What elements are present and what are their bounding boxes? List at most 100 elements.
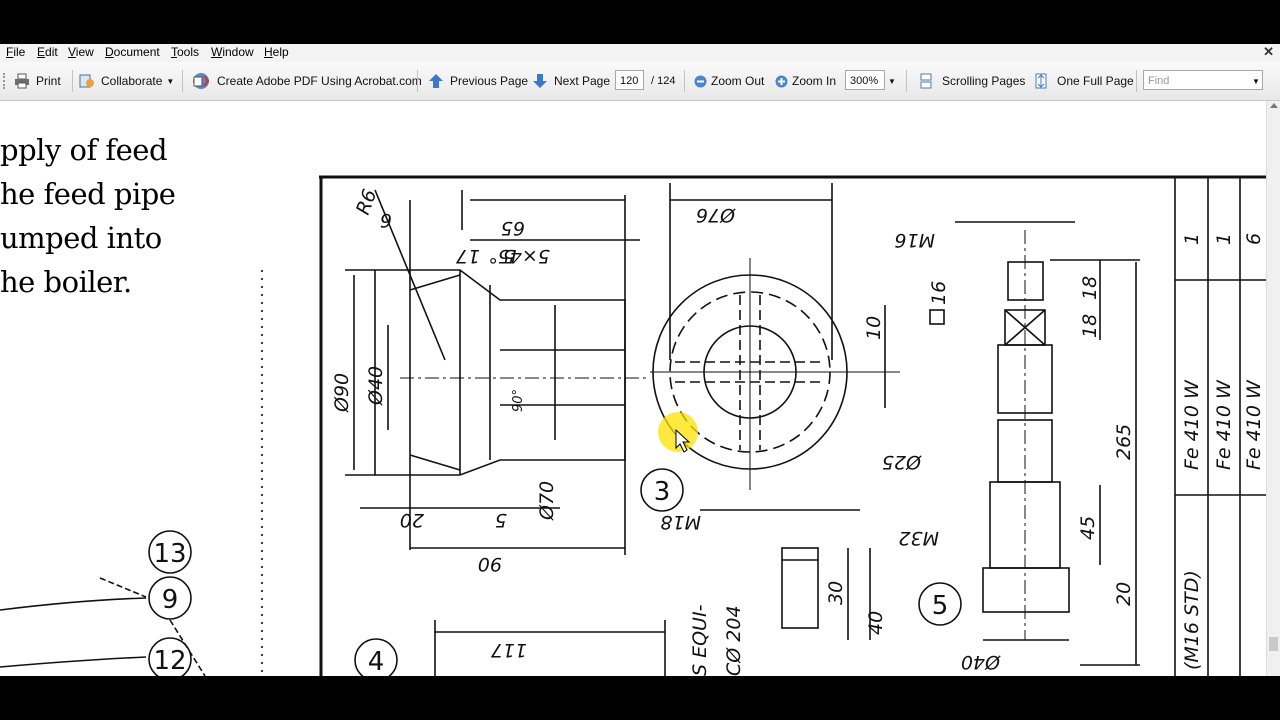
menu-tools[interactable]: Tools (171, 45, 199, 59)
balloon-label: 13 (153, 539, 186, 569)
dimension-label: Ø90 (331, 373, 353, 413)
toolbar-grip[interactable] (3, 73, 8, 89)
one-full-page-icon (1035, 73, 1047, 89)
previous-page-button[interactable]: Previous Page (428, 72, 528, 90)
separator (1136, 70, 1137, 92)
menu-edit[interactable]: Edit (37, 45, 58, 59)
collaborate-icon (79, 74, 94, 88)
dimension-label: 6 (380, 209, 392, 231)
table-cell: Fe 410 W (1181, 379, 1203, 470)
separator (906, 70, 907, 92)
dimension-label: 265 (1113, 424, 1135, 460)
next-page-icon (533, 74, 547, 88)
next-page-button[interactable]: Next Page (532, 72, 610, 90)
balloon-label: 4 (368, 647, 385, 676)
collaborate-label: Collaborate (101, 74, 163, 88)
letterbox-top (0, 0, 1280, 44)
engineering-drawing: 13 9 12 3 4 5 R6 6 65 17 5 5×45° Ø90 Ø40… (0, 175, 1266, 676)
zoom-out-label: Zoom Out (711, 74, 765, 88)
menu-file[interactable]: File (6, 45, 25, 59)
dimension-label: Ø40 (961, 651, 1001, 673)
balloon-label: 5 (932, 591, 949, 621)
scrollbar-thumb[interactable] (1269, 637, 1278, 651)
next-page-label: Next Page (554, 74, 611, 88)
dimension-label: 20 (400, 509, 424, 531)
create-pdf-button[interactable]: Create Adobe PDF Using Acrobat.com (191, 72, 422, 90)
dimension-label: 90° (511, 389, 526, 412)
dimension-label: 5 (495, 509, 507, 531)
balloon-label: 3 (654, 477, 671, 507)
dimension-label: 17 (456, 245, 480, 267)
print-icon (15, 73, 29, 89)
zoom-out-icon (694, 75, 707, 87)
balloon-label: 12 (153, 646, 186, 676)
page-number-input[interactable]: 120 (615, 70, 644, 90)
menu-document[interactable]: Document (105, 45, 160, 59)
zoom-out-button[interactable]: Zoom Out (694, 72, 764, 90)
scrolling-pages-icon (920, 73, 932, 89)
balloon-label: 9 (162, 585, 179, 615)
create-pdf-label: Create Adobe PDF Using Acrobat.com (217, 74, 422, 88)
zoom-in-label: Zoom In (792, 74, 837, 88)
table-cell: 1 (1213, 233, 1235, 245)
toolbar: Print Collaborate ▼ Create Adobe PDF Usi… (0, 62, 1280, 101)
find-dropdown-icon[interactable]: ▼ (1252, 72, 1260, 90)
separator (182, 70, 183, 92)
dimension-label: 40 (865, 611, 887, 635)
dimension-label: 30 (825, 581, 847, 605)
menu-view[interactable]: View (68, 45, 94, 59)
letterbox-bottom (0, 676, 1280, 720)
dimension-label: 117 (491, 639, 527, 661)
document-view[interactable]: pply of feed he feed pipe umped into he … (0, 101, 1266, 676)
zoom-level-input[interactable]: 300% (845, 70, 885, 90)
zoom-in-icon (775, 75, 788, 87)
close-icon[interactable]: ✕ (1263, 44, 1274, 60)
collaborate-button[interactable]: Collaborate ▼ (79, 72, 174, 90)
dimension-label: Ø25 (882, 451, 922, 473)
one-full-page-label: One Full Page (1057, 74, 1134, 88)
table-cell: 6 (1243, 233, 1265, 245)
scrolling-pages-label: Scrolling Pages (942, 74, 1026, 88)
zoom-in-button[interactable]: Zoom In (775, 72, 836, 90)
print-button[interactable]: Print (14, 72, 61, 90)
dimension-label: 5×45° (488, 245, 550, 267)
print-label: Print (36, 74, 61, 88)
vertical-scrollbar[interactable] (1266, 101, 1280, 676)
page-total: / 124 (651, 75, 676, 87)
separator (417, 70, 418, 92)
dimension-label: 45 (1077, 516, 1099, 540)
dimension-label: M32 (898, 527, 939, 549)
table-cell: Fe 410 W (1213, 379, 1235, 470)
separator (72, 70, 73, 92)
menu-help[interactable]: Help (264, 45, 289, 59)
dimension-label: R6 (352, 186, 381, 217)
drawing-note: CØ 204 (723, 605, 745, 676)
dimension-label: 65 (501, 217, 525, 239)
dimension-label: Ø76 (696, 204, 736, 226)
scroll-up-icon[interactable] (1270, 103, 1278, 108)
previous-page-label: Previous Page (450, 74, 529, 88)
table-cell: Fe 410 W (1243, 379, 1265, 470)
drawing-note: S EQUI- (689, 604, 711, 676)
zoom-dropdown-icon[interactable]: ▼ (888, 72, 896, 90)
acrobat-com-icon (193, 73, 210, 89)
previous-page-icon (429, 74, 443, 88)
scrolling-pages-button[interactable]: Scrolling Pages (918, 72, 1025, 90)
dimension-label: Ø40 (365, 366, 387, 406)
dimension-label: 18 (1079, 276, 1101, 300)
dimension-label: 18 (1079, 314, 1101, 338)
dimension-label: M16 (894, 229, 935, 251)
menu-window[interactable]: Window (211, 45, 254, 59)
menu-bar: File Edit View Document Tools Window Hel… (0, 44, 1280, 62)
dimension-label: 10 (863, 316, 885, 340)
one-full-page-button[interactable]: One Full Page (1033, 72, 1134, 90)
dimension-label: 20 (1113, 582, 1135, 606)
chevron-down-icon: ▼ (166, 76, 175, 86)
dimension-label: 90 (478, 553, 502, 575)
dimension-label: Ø70 (536, 481, 558, 521)
dimension-label: 16 (928, 281, 950, 305)
table-cell: 1 (1181, 233, 1203, 245)
dimension-label: M18 (660, 511, 701, 533)
find-input[interactable]: Find (1143, 70, 1263, 90)
separator (684, 70, 685, 92)
